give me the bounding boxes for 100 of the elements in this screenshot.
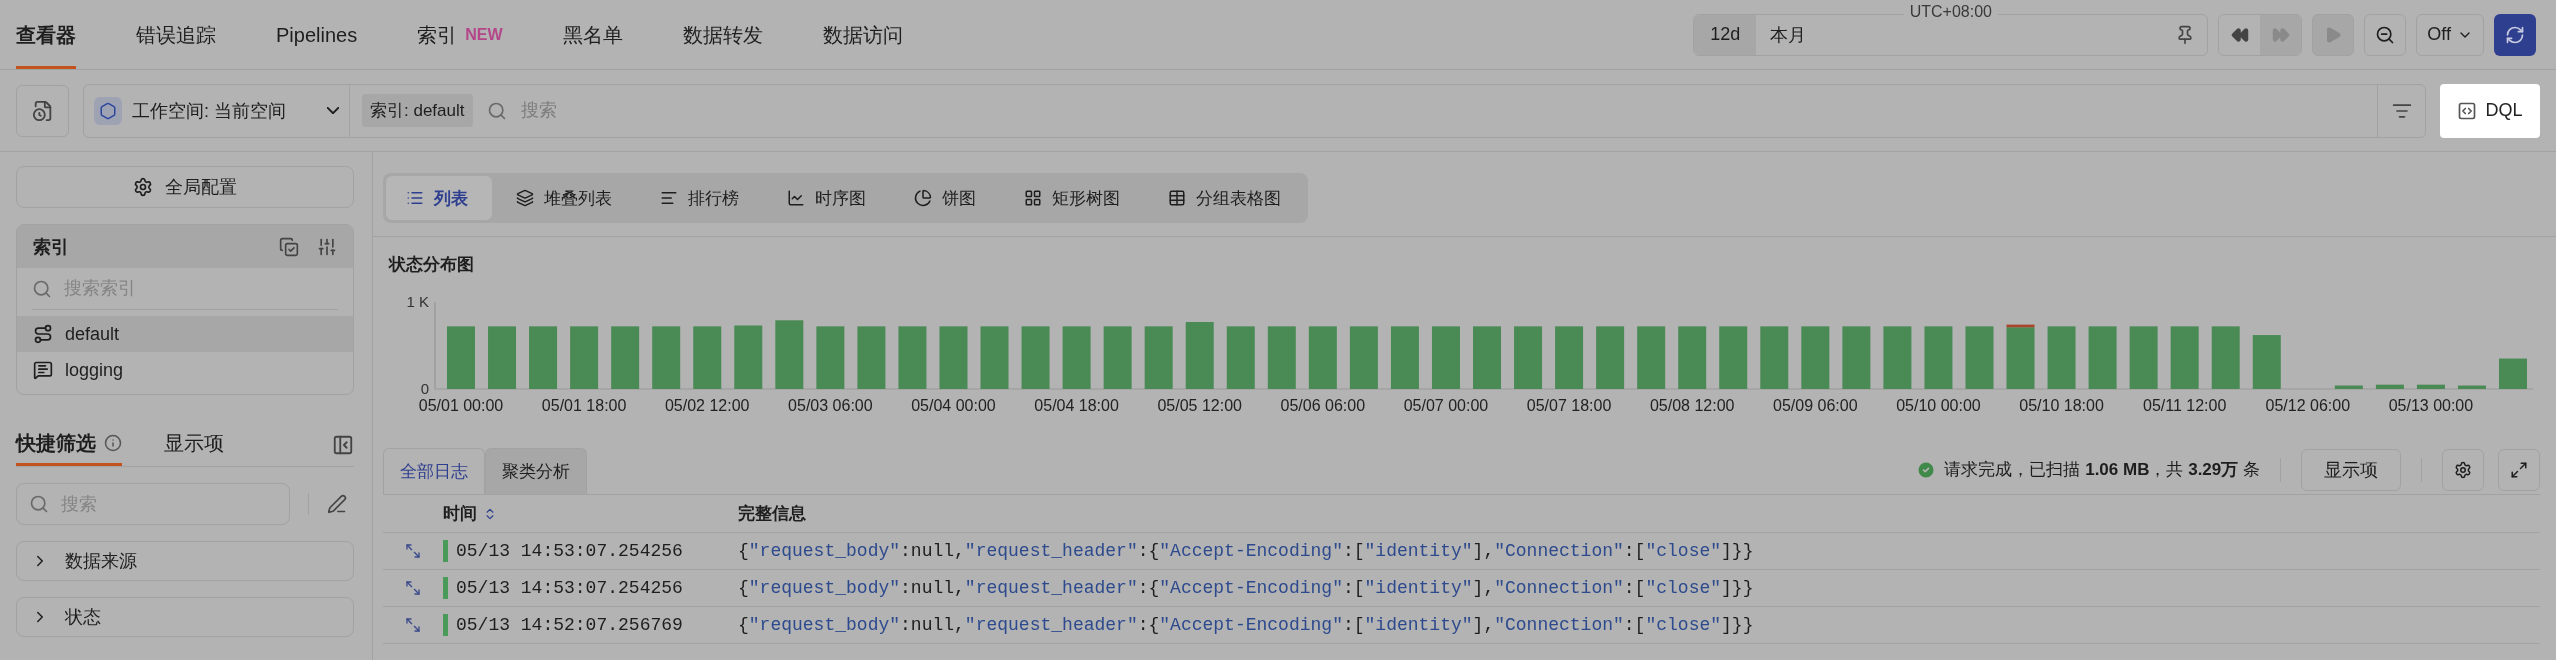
global-config-button[interactable]: 全局配置 [16, 166, 354, 208]
bar [529, 326, 558, 389]
bar [488, 326, 517, 389]
nav-tab[interactable]: 错误追踪 [136, 0, 216, 69]
bar [1021, 326, 1050, 389]
file-clock-icon [31, 99, 54, 122]
y-tick-label: 1 K [406, 293, 429, 310]
rank-icon [660, 189, 678, 207]
nav-tab[interactable]: 黑名单 [562, 0, 623, 69]
time-cell: 05/13 14:53:07.254256 [456, 541, 683, 561]
filter-tab[interactable]: 快捷筛选 [16, 423, 122, 466]
bar [2252, 335, 2281, 389]
expand-icon[interactable] [405, 580, 421, 596]
settings-icon [2454, 460, 2472, 479]
column-header[interactable]: 时间 [443, 502, 738, 525]
bar [816, 326, 845, 389]
stack-icon [516, 189, 534, 207]
fast-forward-icon [2271, 25, 2290, 44]
bar [1924, 326, 1953, 389]
search-icon [32, 278, 52, 299]
bar [2088, 326, 2117, 389]
result-tab[interactable]: 全部日志 [383, 448, 485, 494]
bar [2047, 326, 2076, 389]
time-cell: 05/13 14:52:07.256769 [456, 615, 683, 635]
index-name: logging [65, 359, 124, 381]
nav-tab[interactable]: Pipelines [276, 0, 358, 69]
check-icon [1916, 459, 1937, 480]
bar [734, 325, 763, 389]
new-label: NEW [465, 26, 503, 44]
view-tab[interactable]: 矩形树图 [1004, 176, 1144, 220]
collapse-icon[interactable] [332, 433, 354, 456]
treemap-icon [1024, 189, 1042, 207]
zoom-out-button[interactable] [2364, 13, 2407, 56]
chevron-down-icon [327, 107, 339, 114]
expand-icon[interactable] [405, 617, 421, 633]
view-tab[interactable]: 饼图 [894, 176, 1000, 220]
x-tick-label: 05/13 00:00 [2388, 397, 2474, 414]
dql-button[interactable]: DQL [2440, 83, 2540, 138]
bar [1349, 326, 1378, 389]
settings-icon [133, 177, 153, 197]
x-tick-label: 05/07 18:00 [1526, 397, 1612, 414]
bar [1103, 326, 1132, 389]
edit-icon[interactable] [327, 494, 347, 514]
settings-button[interactable] [2442, 448, 2484, 491]
view-tab[interactable]: 列表 [386, 176, 492, 220]
bar [1719, 326, 1748, 389]
view-tab[interactable]: 时序图 [767, 176, 890, 220]
message-cell-text: {"request_body":null,"request_header":{"Accept-Encoding":["identity"],"Connection":["close"]}} [738, 615, 1755, 635]
timeseries-icon [787, 189, 805, 207]
index-chip[interactable]: 索引: default [362, 94, 473, 127]
result-tab[interactable]: 聚类分析 [485, 448, 587, 494]
bar [2170, 326, 2199, 389]
nav-tab[interactable]: 查看器 [16, 0, 76, 69]
display-fields-button[interactable]: 显示项 [2301, 448, 2401, 491]
sliders-icon[interactable] [317, 236, 337, 257]
nav-tab[interactable]: 数据访问 [822, 0, 903, 69]
bar [1185, 322, 1214, 389]
facet-row[interactable]: 数据来源 [16, 541, 354, 581]
expand-icon[interactable] [405, 543, 421, 559]
bar [980, 326, 1009, 389]
bar [1842, 326, 1871, 389]
bar [1801, 326, 1830, 389]
view-tab[interactable]: 排行榜 [640, 176, 763, 220]
bar [857, 326, 886, 389]
view-tab[interactable]: 堆叠列表 [496, 176, 636, 220]
refresh-mode-dropdown[interactable]: Off [2416, 13, 2484, 56]
bar [1596, 326, 1625, 389]
copy-check-icon[interactable] [279, 236, 299, 257]
rewind-icon [2230, 25, 2249, 44]
x-tick-label: 05/12 06:00 [2265, 397, 2351, 414]
bar [2129, 326, 2158, 389]
index-item[interactable]: default [17, 316, 353, 352]
view-tab[interactable]: 分组表格图 [1148, 176, 1305, 220]
search-icon [29, 494, 49, 514]
duration-label: 12d [1694, 14, 1757, 55]
nav-tab[interactable]: 索引 NEW [417, 0, 503, 69]
index-item[interactable]: logging [17, 352, 353, 388]
facet-row[interactable]: 状态 [16, 597, 354, 637]
bar [1760, 326, 1789, 389]
nav-tab[interactable]: 数据转发 [682, 0, 763, 69]
play-icon [2324, 25, 2343, 44]
bar [1062, 326, 1091, 389]
bar [1226, 326, 1255, 389]
refresh-button[interactable] [2494, 13, 2536, 56]
message-icon [33, 360, 53, 380]
fullscreen-button[interactable] [2498, 448, 2540, 491]
x-tick-label: 05/05 12:00 [1157, 397, 1242, 414]
x-tick-label: 05/10 00:00 [1896, 397, 1981, 414]
history-button[interactable] [16, 84, 69, 137]
x-tick-label: 05/02 12:00 [664, 397, 750, 414]
bar [939, 326, 968, 389]
x-tick-label: 05/08 12:00 [1649, 397, 1735, 414]
filter-tab[interactable]: 显示项 [164, 423, 224, 466]
bar [652, 326, 681, 389]
index-name: default [65, 323, 120, 345]
chart-title: 状态分布图 [389, 254, 475, 276]
time-cell: 05/13 14:53:07.254256 [456, 578, 683, 598]
x-tick-label: 05/01 18:00 [541, 397, 627, 414]
bar [1267, 326, 1296, 389]
workspace-dropdown[interactable]: 工作空间: 当前空间 [84, 84, 350, 137]
